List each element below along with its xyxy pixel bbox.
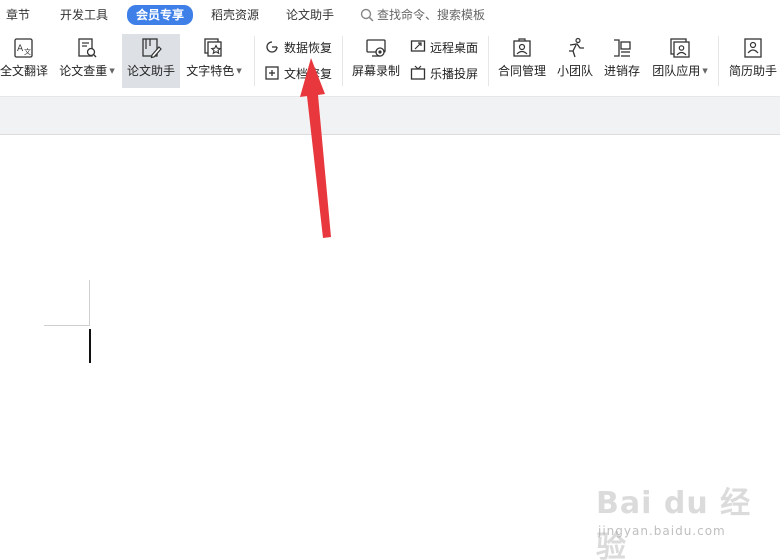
red-arrow-annotation	[300, 58, 331, 238]
baidu-jingyan-watermark: Bai du 经验 jingyan.baidu.com	[596, 478, 774, 560]
watermark-logo: Bai du 经验	[596, 486, 752, 560]
arrow-shape	[300, 58, 331, 238]
watermark-url: jingyan.baidu.com	[598, 524, 726, 538]
